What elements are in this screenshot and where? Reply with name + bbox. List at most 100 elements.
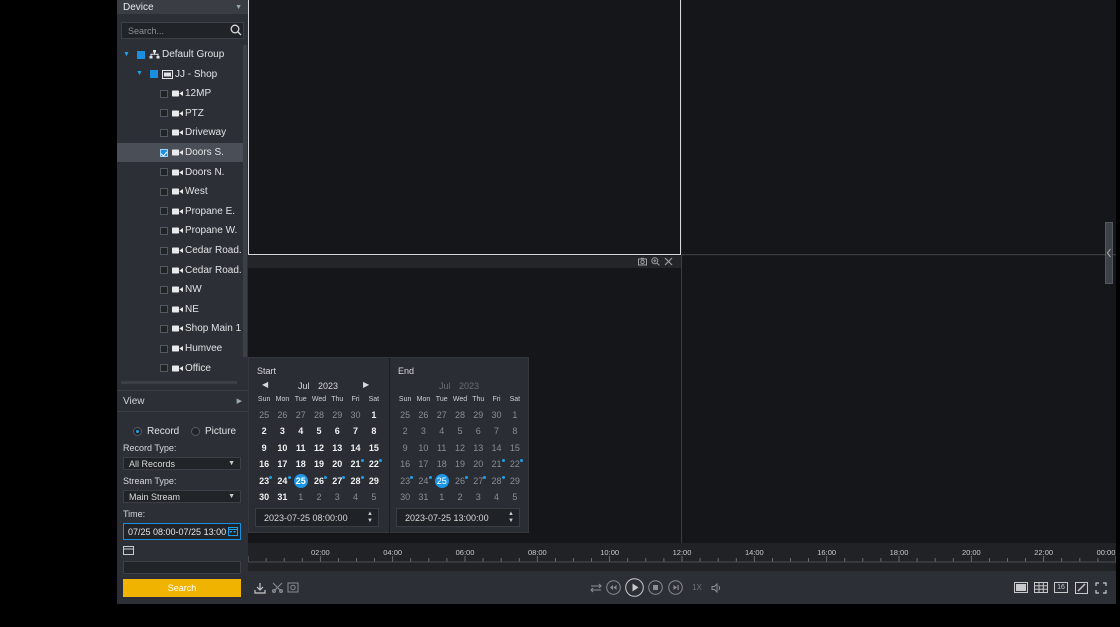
calendar-day[interactable]: 4 — [292, 423, 310, 439]
layout-16-button[interactable]: 16 — [1053, 579, 1069, 596]
calendar-day[interactable]: 27 — [433, 407, 451, 423]
close-icon[interactable] — [664, 257, 673, 266]
calendar-day[interactable]: 21 — [346, 456, 364, 472]
calendar-day[interactable]: 18 — [292, 456, 310, 472]
expand-arrow-icon[interactable]: ▼ — [123, 51, 131, 58]
device-panel-header[interactable]: Device ▼ — [117, 0, 248, 14]
calendar-day[interactable]: 28 — [487, 473, 505, 489]
sync-icon[interactable] — [589, 579, 603, 596]
grid-layout-icon[interactable] — [1033, 579, 1049, 596]
tree-item[interactable]: Driveway — [117, 123, 243, 142]
clip-icon[interactable] — [270, 579, 284, 596]
calendar-day[interactable]: 26 — [451, 473, 469, 489]
tree-checkbox[interactable] — [160, 187, 168, 196]
tree-checkbox[interactable] — [160, 344, 168, 353]
calendar-day[interactable]: 2 — [255, 423, 273, 439]
calendar-day[interactable]: 17 — [414, 456, 432, 472]
snapshot-icon[interactable] — [286, 579, 300, 596]
tree-checkbox[interactable] — [137, 50, 145, 59]
calendar-day[interactable]: 6 — [328, 423, 346, 439]
tree-horizontal-scrollbar[interactable] — [121, 381, 237, 384]
calendar-day-selected[interactable]: 25 — [433, 473, 451, 489]
tree-checkbox[interactable] — [150, 70, 158, 79]
video-pane-4[interactable] — [682, 256, 1116, 543]
calendar-day[interactable]: 9 — [255, 440, 273, 456]
calendar-day[interactable]: 3 — [414, 423, 432, 439]
stream-type-select[interactable]: Main Stream ▼ — [123, 490, 241, 503]
start-time-input[interactable]: 2023-07-25 08:00:00 ▲ ▼ — [255, 508, 379, 527]
device-search-input[interactable]: Search... — [121, 22, 244, 39]
calendar-day[interactable]: 11 — [433, 440, 451, 456]
calendar-day[interactable]: 19 — [451, 456, 469, 472]
calendar-day[interactable]: 14 — [487, 440, 505, 456]
tree-checkbox[interactable] — [160, 109, 168, 118]
time-range-input[interactable]: 07/25 08:00-07/25 13:00 — [123, 523, 241, 540]
expand-arrow-icon[interactable]: ▼ — [136, 70, 144, 77]
tree-item[interactable]: Propane E. — [117, 202, 243, 221]
picture-radio[interactable]: Picture — [191, 426, 236, 437]
calendar-day[interactable]: 2 — [310, 489, 328, 505]
calendar-day[interactable]: 27 — [469, 473, 487, 489]
tree-checkbox[interactable] — [160, 207, 168, 216]
calendar-day[interactable]: 14 — [346, 440, 364, 456]
next-month-icon[interactable]: ▶ — [363, 380, 369, 389]
tree-item[interactable]: Humvee — [117, 339, 243, 358]
calendar-day[interactable]: 1 — [506, 407, 524, 423]
tree-checkbox[interactable] — [160, 148, 168, 157]
tree-checkbox[interactable] — [160, 324, 168, 333]
calendar-day[interactable]: 16 — [255, 456, 273, 472]
calendar-day[interactable]: 7 — [487, 423, 505, 439]
calendar-day[interactable]: 29 — [365, 473, 383, 489]
edit-layout-icon[interactable] — [1073, 579, 1089, 596]
card-icon[interactable] — [123, 546, 134, 555]
calendar-day[interactable]: 29 — [328, 407, 346, 423]
tree-scrollbar[interactable] — [243, 45, 247, 357]
calendar-day[interactable]: 30 — [255, 489, 273, 505]
calendar-day-selected[interactable]: 25 — [292, 473, 310, 489]
calendar-day[interactable]: 8 — [506, 423, 524, 439]
calendar-day[interactable]: 3 — [469, 489, 487, 505]
start-year[interactable]: 2023 — [318, 381, 338, 391]
tree-item[interactable]: West — [117, 182, 243, 201]
time-spinner-icon[interactable]: ▲ ▼ — [508, 511, 514, 525]
tree-item[interactable]: Shop Main 1 — [117, 319, 243, 338]
calendar-day[interactable]: 1 — [292, 489, 310, 505]
calendar-day[interactable]: 10 — [414, 440, 432, 456]
calendar-day[interactable]: 5 — [506, 489, 524, 505]
calendar-day[interactable]: 26 — [414, 407, 432, 423]
search-button[interactable]: Search — [123, 579, 241, 597]
end-month[interactable]: Jul — [439, 381, 451, 391]
calendar-day[interactable]: 27 — [328, 473, 346, 489]
tree-item[interactable]: Doors N. — [117, 163, 243, 182]
video-pane-1[interactable] — [248, 0, 681, 255]
calendar-day[interactable]: 11 — [292, 440, 310, 456]
side-panel-handle[interactable] — [1105, 222, 1113, 284]
speed-indicator[interactable]: 1X — [690, 579, 704, 596]
tree-item[interactable]: Cedar Road. — [117, 261, 243, 280]
single-layout-icon[interactable] — [1013, 579, 1029, 596]
end-year[interactable]: 2023 — [459, 381, 479, 391]
record-type-select[interactable]: All Records ▼ — [123, 457, 241, 470]
tree-item[interactable]: Doors S. — [117, 143, 243, 162]
tree-checkbox[interactable] — [160, 89, 168, 98]
calendar-day[interactable]: 18 — [433, 456, 451, 472]
tree-checkbox[interactable] — [160, 266, 168, 275]
tree-item[interactable]: ▼ JJ - Shop — [117, 65, 243, 84]
calendar-day[interactable]: 1 — [365, 407, 383, 423]
calendar-day[interactable]: 12 — [451, 440, 469, 456]
calendar-day[interactable]: 28 — [346, 473, 364, 489]
calendar-day[interactable]: 13 — [469, 440, 487, 456]
tree-item[interactable]: NW — [117, 280, 243, 299]
calendar-day[interactable]: 15 — [365, 440, 383, 456]
calendar-day[interactable]: 25 — [255, 407, 273, 423]
calendar-day[interactable]: 23 — [396, 473, 414, 489]
calendar-day[interactable]: 1 — [433, 489, 451, 505]
tree-item[interactable]: Cedar Road. — [117, 241, 243, 260]
calendar-day[interactable]: 2 — [396, 423, 414, 439]
calendar-day[interactable]: 25 — [396, 407, 414, 423]
calendar-day[interactable]: 16 — [396, 456, 414, 472]
stop-button[interactable] — [647, 579, 664, 596]
tree-checkbox[interactable] — [160, 364, 168, 373]
tree-item[interactable]: NE — [117, 300, 243, 319]
calendar-day[interactable]: 28 — [451, 407, 469, 423]
